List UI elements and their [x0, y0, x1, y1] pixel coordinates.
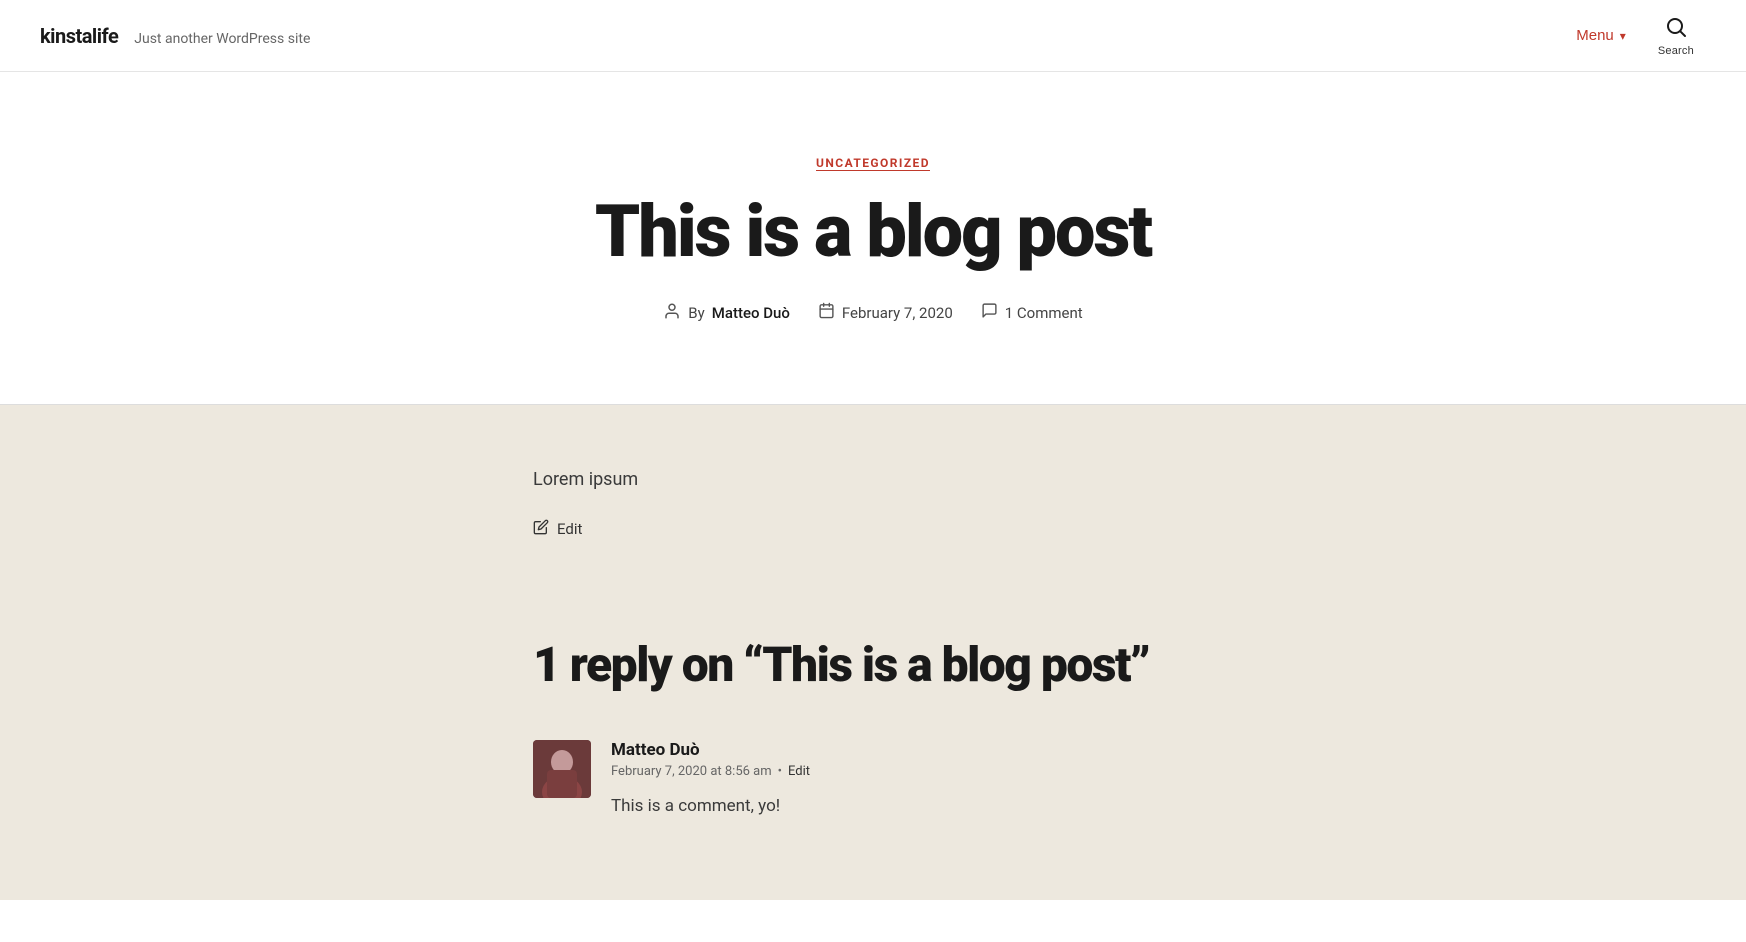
comments-inner: 1 reply on “This is a blog post” Matteo … — [533, 639, 1213, 820]
comment-body: Matteo Duò February 7, 2020 at 8:56 am •… — [611, 740, 1213, 820]
post-date: February 7, 2020 — [842, 304, 953, 322]
site-header: kinstalife Just another WordPress site M… — [0, 0, 1746, 72]
edit-icon — [533, 519, 549, 539]
post-title: This is a blog post — [473, 194, 1273, 270]
post-body: Lorem ipsum — [533, 465, 1213, 496]
comments-title: 1 reply on “This is a blog post” — [533, 639, 1213, 692]
person-icon — [663, 302, 681, 324]
post-header-section: UNCATEGORIZED This is a blog post By Mat… — [0, 72, 1746, 404]
site-branding: kinstalife Just another WordPress site — [40, 24, 310, 48]
avatar-image — [533, 740, 591, 798]
chevron-down-icon: ▾ — [1620, 29, 1626, 43]
search-label: Search — [1658, 45, 1694, 57]
comment-text: This is a comment, yo! — [611, 793, 1213, 820]
post-content-inner: Lorem ipsum Edit — [533, 465, 1213, 540]
post-author-meta: By Matteo Duò — [663, 302, 790, 324]
comments-section: 1 reply on “This is a blog post” Matteo … — [0, 599, 1746, 900]
comment-icon — [981, 302, 998, 323]
comment-item: Matteo Duò February 7, 2020 at 8:56 am •… — [533, 740, 1213, 820]
post-content-section: Lorem ipsum Edit — [0, 405, 1746, 600]
post-comments-meta: 1 Comment — [981, 302, 1083, 323]
search-button[interactable]: Search — [1646, 7, 1706, 65]
post-category-link[interactable]: UNCATEGORIZED — [816, 156, 930, 170]
post-author[interactable]: Matteo Duò — [712, 304, 790, 322]
by-label: By — [688, 304, 704, 322]
edit-label: Edit — [557, 520, 582, 538]
comment-date: February 7, 2020 at 8:56 am — [611, 764, 772, 779]
bullet-separator: • — [778, 764, 782, 779]
post-date-meta: February 7, 2020 — [818, 302, 953, 323]
comment-date-line: February 7, 2020 at 8:56 am • Edit — [611, 764, 1213, 779]
site-tagline: Just another WordPress site — [134, 31, 310, 47]
post-meta: By Matteo Duò February 7, 2020 1 Comment — [40, 302, 1706, 324]
menu-label: Menu — [1576, 27, 1614, 44]
header-right: Menu ▾ Search — [1564, 7, 1706, 65]
avatar — [533, 740, 591, 798]
menu-button[interactable]: Menu ▾ — [1564, 19, 1638, 52]
site-logo[interactable]: kinstalife — [40, 24, 118, 48]
post-comments[interactable]: 1 Comment — [1005, 304, 1083, 322]
comment-author: Matteo Duò — [611, 740, 1213, 760]
search-icon — [1664, 15, 1688, 43]
calendar-icon — [818, 302, 835, 323]
comment-edit-link[interactable]: Edit — [788, 764, 810, 779]
edit-post-link[interactable]: Edit — [533, 519, 1213, 539]
